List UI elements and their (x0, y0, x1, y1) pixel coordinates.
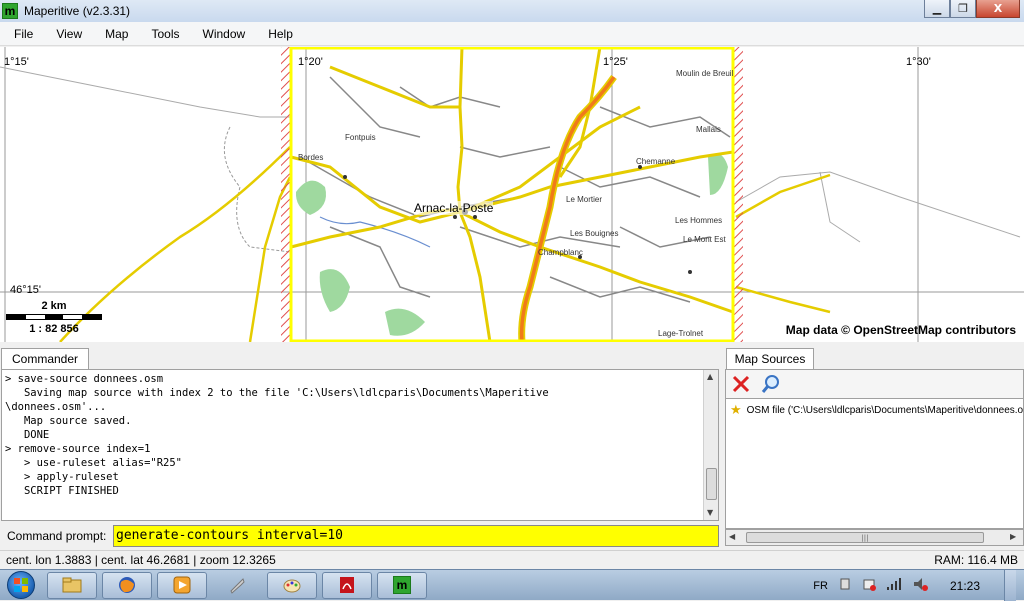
close-button[interactable]: X (976, 0, 1020, 18)
menu-file[interactable]: File (5, 27, 42, 41)
status-ram: RAM: 116.4 MB (934, 553, 1018, 567)
map-view[interactable]: 1°15' 1°20' 1°25' 1°30' 46°15' Arnac-la-… (0, 47, 1024, 342)
explorer-icon[interactable] (47, 571, 97, 599)
place-label: Le Mont Est (683, 235, 726, 244)
output-line: > remove-source index=1 (5, 443, 151, 455)
command-prompt-row: Command prompt: (1, 524, 719, 547)
title-bar: m Maperitive (v2.3.31) ▁ ❐ X (0, 0, 1024, 22)
scale-distance: 2 km (41, 300, 67, 312)
place-label: Chemanne (636, 157, 676, 166)
place-label: Les Hommes (675, 216, 723, 225)
volume-icon[interactable] (912, 577, 928, 594)
longitude-label-right: 1°30' (906, 56, 931, 68)
menu-tools[interactable]: Tools (142, 27, 188, 41)
place-label: Moulin de Breuil (676, 69, 734, 78)
menu-bar: File View Map Tools Window Help (0, 22, 1024, 46)
status-map-position: cent. lon 1.3883 | cent. lat 46.2681 | z… (6, 553, 276, 567)
scroll-thumb[interactable] (706, 468, 717, 500)
network-icon[interactable] (886, 577, 902, 594)
paint-icon[interactable] (267, 571, 317, 599)
status-bar: cent. lon 1.3883 | cent. lat 46.2681 | z… (0, 550, 1024, 569)
menu-help[interactable]: Help (259, 27, 302, 41)
output-line: Map source saved. (5, 415, 132, 427)
tab-commander[interactable]: Commander (1, 348, 89, 369)
windows-logo-icon (7, 571, 35, 599)
minimize-button[interactable]: ▁ (924, 0, 950, 18)
pdf-icon[interactable] (322, 571, 372, 599)
place-label: Le Mortier (566, 195, 603, 204)
maperitive-app-icon[interactable]: m (2, 3, 18, 19)
maximize-button[interactable]: ❐ (950, 0, 976, 18)
usb-icon[interactable] (838, 577, 852, 594)
source-label: OSM file ('C:\Users\ldlcparis\Documents\… (746, 404, 1024, 416)
list-item[interactable]: ★ OSM file ('C:\Users\ldlcparis\Document… (726, 399, 1023, 421)
clock[interactable]: 21:23 (950, 579, 980, 593)
map-attribution: Map data © OpenStreetMap contributors (785, 323, 1016, 337)
start-button[interactable] (0, 570, 42, 601)
console-scrollbar[interactable]: ▲ ▼ (703, 370, 718, 520)
scroll-right-icon[interactable]: ▶ (1010, 532, 1016, 541)
system-tray: FR 21:23 (813, 570, 1024, 601)
longitude-label-mid1: 1°20' (298, 56, 323, 68)
tool-icon[interactable] (212, 572, 262, 599)
language-indicator[interactable]: FR (813, 580, 828, 592)
output-line: \donnees.osm'... (5, 401, 107, 413)
output-line: > use-ruleset alias="R25" (5, 457, 183, 469)
place-label: Lage-Trolnet (658, 329, 704, 338)
tab-map-sources[interactable]: Map Sources (726, 348, 814, 369)
map-scale: 2 km 1 : 82 856 (6, 300, 102, 335)
command-output: > save-source donnees.osm Saving map sou… (1, 369, 719, 521)
place-label: Fontpuis (345, 133, 376, 142)
scale-bar (6, 314, 102, 320)
command-prompt-label: Command prompt: (7, 528, 107, 543)
scroll-down-icon[interactable]: ▼ (707, 508, 713, 517)
zoom-icon[interactable] (760, 373, 782, 395)
longitude-label-left: 1°15' (4, 56, 29, 68)
maperitive-icon[interactable]: m (377, 571, 427, 599)
remove-icon[interactable] (730, 373, 752, 395)
output-line: SCRIPT FINISHED (5, 485, 119, 497)
window-title: Maperitive (v2.3.31) (24, 4, 131, 18)
alert-icon[interactable] (862, 577, 876, 594)
output-line: Saving map source with index 2 to the fi… (5, 387, 549, 399)
hscroll-thumb[interactable]: ||| (746, 532, 984, 543)
place-label: Champblanc (538, 248, 583, 257)
output-line: DONE (5, 429, 50, 441)
town-label: Arnac-la-Poste (414, 201, 494, 215)
latitude-label: 46°15' (10, 284, 41, 296)
scroll-up-icon[interactable]: ▲ (707, 372, 713, 381)
firefox-icon[interactable] (102, 571, 152, 599)
menu-window[interactable]: Window (194, 27, 255, 41)
scroll-left-icon[interactable]: ◀ (729, 532, 735, 541)
map-canvas[interactable] (0, 47, 1024, 342)
media-player-icon[interactable] (157, 571, 207, 599)
command-prompt-input[interactable] (113, 524, 719, 547)
place-label: Mallais (696, 125, 721, 134)
output-line: > save-source donnees.osm (5, 373, 164, 385)
star-icon: ★ (730, 402, 742, 417)
taskbar: m FR 21:23 (0, 569, 1024, 601)
longitude-label-mid2: 1°25' (603, 56, 628, 68)
place-label: Bordes (298, 153, 324, 162)
menu-map[interactable]: Map (96, 27, 137, 41)
show-desktop-button[interactable] (1004, 570, 1016, 601)
sources-hscrollbar[interactable]: ◀ ||| ▶ (725, 529, 1024, 546)
map-sources-list: ★ OSM file ('C:\Users\ldlcparis\Document… (725, 399, 1024, 529)
scale-ratio: 1 : 82 856 (29, 323, 79, 335)
map-sources-toolbar (725, 369, 1024, 399)
place-label: Les Bouignes (570, 229, 619, 238)
menu-view[interactable]: View (47, 27, 91, 41)
output-line: > apply-ruleset (5, 471, 119, 483)
